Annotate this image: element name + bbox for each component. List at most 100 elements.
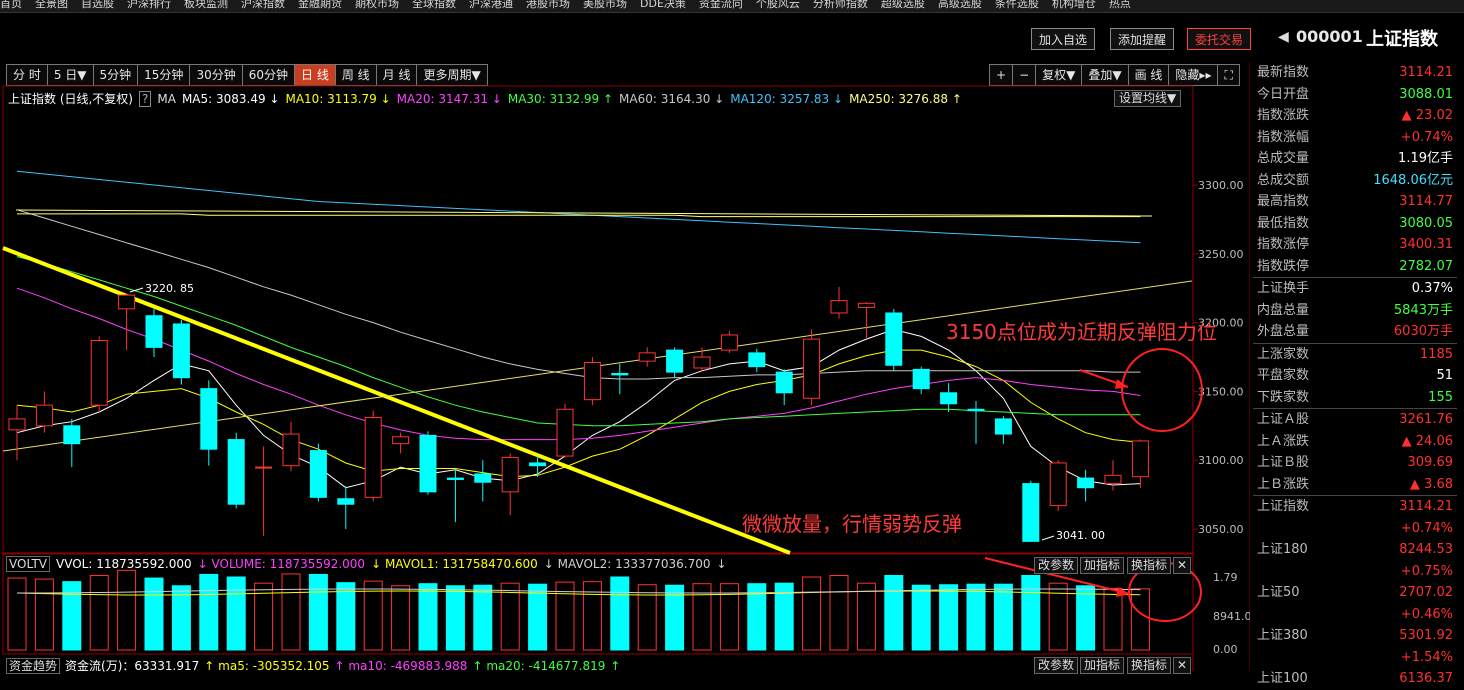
quote-value: 1185 bbox=[1419, 346, 1453, 362]
quote-label: 下跌家数 bbox=[1257, 389, 1310, 405]
quote-label: 今日开盘 bbox=[1257, 86, 1310, 102]
quote-label: 指数涨跌 bbox=[1257, 108, 1310, 123]
flow-change-params-button[interactable]: 改参数 bbox=[1034, 657, 1079, 674]
volume-switch-indicator-button[interactable]: 换指标 bbox=[1127, 557, 1172, 574]
quote-label: 总成交量 bbox=[1257, 151, 1310, 166]
stock-code: 000001 bbox=[1296, 27, 1363, 46]
quote-row-13: 上涨家数 1185 bbox=[1253, 342, 1457, 366]
volume-bar bbox=[62, 581, 82, 651]
volume-bar bbox=[117, 569, 137, 651]
quote-row-0: 最新指数 3114.21 bbox=[1253, 62, 1457, 84]
quote-value: ▲ 24.06 bbox=[1401, 433, 1453, 449]
quote-value: +0.46% bbox=[1400, 606, 1453, 622]
quote-row-10: 上证换手 0.37% bbox=[1253, 277, 1457, 300]
volume-annotation: 微微放量，行情弱势反弹 bbox=[742, 512, 962, 536]
quote-row-6: 最高指数 3114.77 bbox=[1253, 191, 1457, 213]
price-axis-label: 3100.00 bbox=[1198, 454, 1244, 467]
low-price-pointer bbox=[1041, 535, 1055, 541]
volume-bar bbox=[308, 573, 328, 651]
price-axis-label: 3050.00 bbox=[1198, 523, 1244, 536]
quote-row-17: 上Ａ涨跌 ▲ 24.06 bbox=[1253, 431, 1457, 453]
flow-switch-indicator-button[interactable]: 换指标 bbox=[1127, 657, 1172, 674]
flow-add-indicator-button[interactable]: 加指标 bbox=[1080, 657, 1125, 674]
volume-bar bbox=[719, 583, 739, 651]
volume-bar bbox=[939, 584, 959, 651]
quote-value: 2707.02 bbox=[1399, 585, 1453, 600]
quote-label: 上证指数 bbox=[1257, 499, 1310, 514]
candle-body bbox=[666, 349, 684, 373]
quote-label: 最低指数 bbox=[1257, 215, 1310, 231]
volume-bar bbox=[89, 574, 109, 651]
quote-label: 上证Ａ股 bbox=[1257, 412, 1310, 427]
candle-body bbox=[446, 477, 464, 480]
volume-close-icon[interactable]: ✕ bbox=[1173, 557, 1192, 574]
flow-legend: 资金趋势 资金流(万)：63331.917 ↑ ma5: -305352.105 ↑ … bbox=[6, 657, 625, 674]
candle-body bbox=[474, 473, 492, 483]
quote-row-27: +1.54% bbox=[1253, 647, 1457, 669]
quote-label: 外盘总量 bbox=[1257, 324, 1310, 339]
resistance-annotation: 3150点位成为近期反弹阻力位 bbox=[946, 320, 1217, 344]
quote-row-1: 今日开盘 3088.01 bbox=[1253, 84, 1457, 106]
volume-add-indicator-button[interactable]: 加指标 bbox=[1080, 557, 1125, 574]
volume-legend-item-0: VVOL: 118735592.000 bbox=[56, 557, 192, 571]
quote-value: 3088.01 bbox=[1399, 86, 1453, 102]
quote-value: 1648.06亿元 bbox=[1373, 172, 1453, 188]
volume-bar bbox=[418, 583, 438, 651]
candle-body bbox=[35, 404, 53, 427]
volume-axis-label: 1.79 bbox=[1213, 571, 1238, 584]
volume-bar bbox=[610, 576, 630, 651]
volume-bar bbox=[500, 582, 520, 651]
volume-bar bbox=[7, 577, 27, 651]
candle-body bbox=[830, 300, 848, 314]
quote-label: 指数跌停 bbox=[1257, 258, 1310, 274]
quote-row-14: 平盘家数 51 bbox=[1253, 365, 1457, 387]
quote-value: 1.19亿手 bbox=[1398, 151, 1453, 166]
candle-body bbox=[1022, 483, 1040, 542]
flow-close-icon[interactable]: ✕ bbox=[1173, 657, 1192, 674]
candle-body bbox=[611, 373, 629, 376]
price-axis-label: 3250.00 bbox=[1198, 248, 1244, 261]
candle-body bbox=[529, 462, 547, 467]
volume-bar bbox=[171, 585, 191, 651]
volume-bar bbox=[555, 581, 575, 651]
quote-row-28: 上证100 6136.37 bbox=[1253, 668, 1457, 690]
volume-legend: VOLTV VVOL: 118735592.000 ↓ VOLUME: 118735… bbox=[6, 556, 733, 572]
quote-row-4: 总成交量 1.19亿手 bbox=[1253, 148, 1457, 170]
volume-legend-item-4: ↓ bbox=[716, 557, 727, 571]
flow-legend-title: 资金趋势 bbox=[6, 658, 61, 674]
volume-bar bbox=[336, 582, 356, 651]
volume-bar bbox=[1103, 587, 1123, 651]
candle-body bbox=[63, 425, 81, 445]
candle-body bbox=[638, 352, 656, 362]
back-arrow-icon[interactable]: ◀ bbox=[1278, 29, 1289, 45]
quote-value: +0.74% bbox=[1400, 129, 1453, 145]
quote-value: 309.69 bbox=[1407, 455, 1454, 470]
quote-label: 平盘家数 bbox=[1257, 368, 1310, 383]
candle-body bbox=[118, 294, 136, 310]
quote-row-9: 指数跌停 2782.07 bbox=[1253, 256, 1457, 278]
volume-bar bbox=[966, 583, 986, 651]
candle-body bbox=[200, 388, 218, 450]
quote-row-25: +0.46% bbox=[1253, 604, 1457, 626]
quote-label: 最新指数 bbox=[1257, 65, 1310, 80]
volume-bar bbox=[144, 577, 164, 651]
candle-body bbox=[912, 368, 930, 390]
candle-body bbox=[337, 498, 355, 505]
volume-change-params-button[interactable]: 改参数 bbox=[1034, 557, 1079, 574]
candle-body bbox=[583, 362, 601, 401]
volume-bar bbox=[281, 573, 301, 651]
quote-label: 上证100 bbox=[1257, 671, 1308, 686]
quote-value: 3114.21 bbox=[1399, 65, 1453, 80]
quote-row-26: 上证380 5301.92 bbox=[1253, 625, 1457, 647]
quote-label: 上Ｂ涨跌 bbox=[1257, 476, 1310, 492]
quote-row-20: 上证指数 3114.21 bbox=[1253, 495, 1457, 518]
candle-body bbox=[255, 466, 273, 469]
volume-bar bbox=[1021, 574, 1041, 651]
quote-value: 3261.76 bbox=[1399, 412, 1453, 427]
resistance-arrowhead bbox=[1115, 379, 1128, 389]
candle-body bbox=[693, 356, 711, 369]
price-axis-label: 3300.00 bbox=[1198, 179, 1244, 192]
quote-value: 3114.21 bbox=[1399, 499, 1453, 514]
volume-legend-title: VOLTV bbox=[6, 556, 51, 572]
quote-row-11: 内盘总量 5843万手 bbox=[1253, 300, 1457, 322]
